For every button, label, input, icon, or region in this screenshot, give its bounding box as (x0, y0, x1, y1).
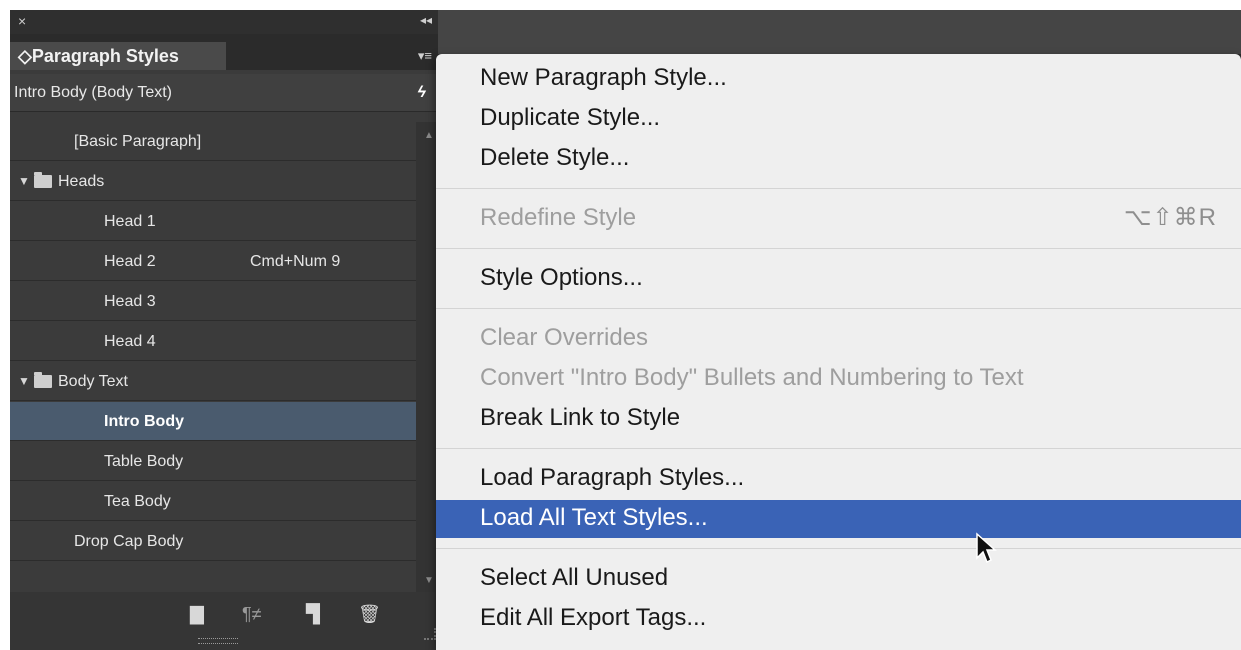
menu-item[interactable]: Style Options... (480, 260, 1229, 296)
menu-item-shortcut: ⌥⇧⌘R (1123, 204, 1217, 231)
style-row[interactable]: Head 2 Cmd+Num 9 (10, 242, 416, 281)
new-style-group-icon[interactable]: ▇ (190, 604, 204, 625)
scrollbar[interactable]: ▲ ▼ (416, 122, 438, 592)
paragraph-styles-panel: × ◂◂ ◇Paragraph Styles ▾≡ Intro Body (Bo… (10, 10, 438, 650)
menu-item-label: Load Paragraph Styles... (480, 464, 745, 491)
menu-item-label: Style Options... (480, 264, 643, 291)
panel-menu-icon[interactable]: ▾≡ (418, 48, 432, 64)
style-group-row[interactable]: ▼ Heads (10, 162, 416, 201)
folder-icon (34, 172, 52, 188)
screen: × ◂◂ ◇Paragraph Styles ▾≡ Intro Body (Bo… (10, 10, 1241, 650)
folder-icon (34, 372, 52, 388)
style-row[interactable]: Table Body (10, 442, 416, 481)
disclosure-triangle-icon[interactable]: ▼ (18, 362, 30, 401)
menu-item[interactable]: Select All Unused (480, 560, 1229, 596)
panel-tab-bar: ◇Paragraph Styles ▾≡ (10, 34, 438, 70)
menu-item[interactable]: Load All Text Styles... (480, 500, 1229, 536)
current-style-indicator: Intro Body (Body Text) ϟ (10, 74, 438, 112)
delete-style-icon[interactable]: 🗑 (358, 604, 381, 625)
menu-item-label: Edit All Export Tags... (480, 604, 707, 631)
style-row[interactable]: Head 4 (10, 322, 416, 361)
style-label: Drop Cap Body (74, 533, 184, 550)
menu-separator (436, 448, 1241, 449)
style-label: Intro Body (104, 413, 184, 430)
style-label: Tea Body (104, 493, 171, 510)
scroll-down-icon[interactable]: ▼ (424, 575, 434, 586)
menu-item-label: Select All Unused (480, 564, 669, 591)
corner-resize-handle[interactable] (424, 628, 436, 640)
menu-separator (436, 308, 1241, 309)
menu-item[interactable]: Delete Style... (480, 140, 1229, 176)
menu-item-label: Convert "Intro Body" Bullets and Numberi… (480, 364, 1024, 391)
menu-item[interactable]: Load Paragraph Styles... (480, 460, 1229, 496)
panel-resize-grip[interactable] (198, 638, 238, 644)
style-row[interactable]: Tea Body (10, 482, 416, 521)
style-label: Head 2 (104, 253, 156, 270)
quick-apply-icon[interactable]: ϟ (418, 74, 426, 112)
panel-flyout-menu: New Paragraph Style... Duplicate Style...… (436, 54, 1241, 650)
scroll-up-icon[interactable]: ▲ (424, 130, 434, 141)
menu-item[interactable]: Edit All Export Tags... (480, 600, 1229, 636)
tab-paragraph-styles[interactable]: ◇Paragraph Styles (10, 42, 226, 70)
style-row[interactable]: [Basic Paragraph] (10, 122, 416, 161)
style-label: Table Body (104, 453, 184, 470)
menu-item-label: New Paragraph Style... (480, 64, 727, 91)
menu-separator (436, 188, 1241, 189)
style-label: Head 1 (104, 213, 156, 230)
style-row[interactable]: Head 3 (10, 282, 416, 321)
menu-item: Convert "Intro Body" Bullets and Numberi… (480, 360, 1229, 396)
style-label: [Basic Paragraph] (74, 133, 202, 150)
menu-item-label: Duplicate Style... (480, 104, 661, 131)
menu-item-label: Clear Overrides (480, 324, 649, 351)
menu-item: Redefine Style ⌥⇧⌘R (480, 200, 1229, 236)
menu-item-label: Delete Style... (480, 144, 630, 171)
close-icon[interactable]: × (18, 13, 26, 29)
style-label: Head 4 (104, 333, 156, 350)
panel-footer: ▇ ¶≠ ▜ 🗑 (10, 592, 438, 650)
style-label: Heads (58, 173, 105, 190)
menu-item[interactable]: Duplicate Style... (480, 100, 1229, 136)
current-style-label: Intro Body (Body Text) (14, 84, 172, 101)
menu-item[interactable]: New Paragraph Style... (480, 60, 1229, 96)
menu-separator (436, 248, 1241, 249)
style-row[interactable]: Drop Cap Body (10, 522, 416, 561)
style-shortcut: Cmd+Num 9 (250, 253, 341, 270)
style-group-row[interactable]: ▼ Body Text (10, 362, 416, 401)
style-row[interactable]: Intro Body (10, 402, 416, 441)
create-new-style-icon[interactable]: ▜ (306, 604, 320, 625)
collapse-panel-icon[interactable]: ◂◂ (420, 13, 432, 27)
menu-item-label: Load All Text Styles... (480, 504, 708, 531)
style-row[interactable]: Head 1 (10, 202, 416, 241)
menu-item-label: Redefine Style (480, 204, 637, 231)
control-bar-background (438, 10, 1241, 54)
panel-title-bar: × ◂◂ (10, 10, 438, 34)
mouse-cursor-icon (976, 532, 997, 564)
style-label: Body Text (58, 373, 128, 390)
menu-item: Clear Overrides (480, 320, 1229, 356)
menu-item[interactable]: Break Link to Style (480, 400, 1229, 436)
menu-separator (436, 548, 1241, 549)
style-list: [Basic Paragraph] ▼ Heads Head 1 Head 2 Cmd+N… (10, 122, 416, 592)
style-label: Head 3 (104, 293, 156, 310)
disclosure-triangle-icon[interactable]: ▼ (18, 162, 30, 201)
menu-item-label: Break Link to Style (480, 404, 681, 431)
clear-overrides-icon[interactable]: ¶≠ (242, 604, 262, 625)
